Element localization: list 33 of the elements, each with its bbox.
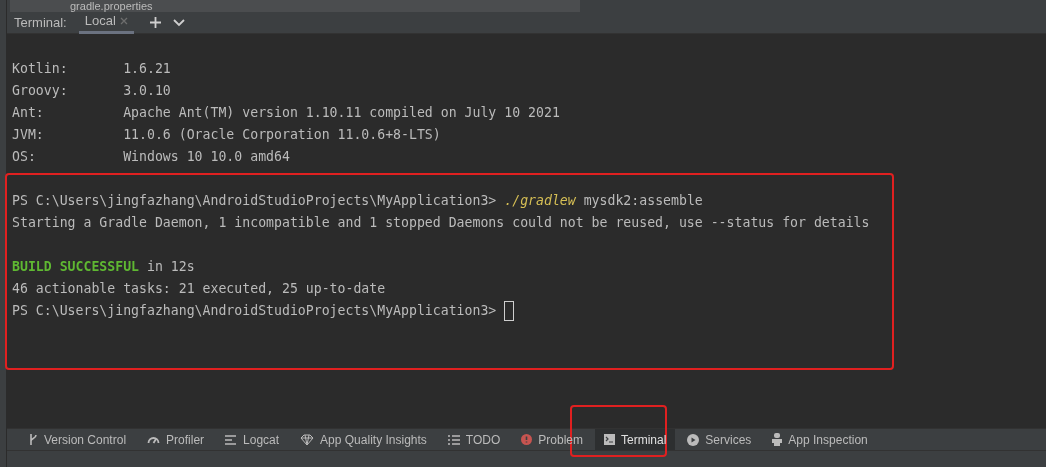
tool-window-tab[interactable]: App Quality Insights — [291, 428, 436, 451]
terminal-text: OS: Windows 10 10.0 amd64 — [12, 148, 290, 167]
branch-icon — [28, 433, 38, 446]
command-text: ./gradlew — [504, 192, 576, 211]
terminal-text: Kotlin: 1.6.21 — [12, 60, 171, 79]
error-icon — [521, 434, 533, 445]
add-icon[interactable] — [149, 17, 161, 28]
tool-window-tab[interactable]: Profiler — [138, 428, 214, 451]
terminal-text: Starting a Gradle Daemon, 1 incompatible and 1 stopped Daemons could not be reused, use --status for details — [12, 214, 870, 233]
terminal-text: Groovy: 3.0.10 — [12, 82, 171, 101]
lines-icon — [225, 434, 238, 445]
play-icon — [687, 433, 700, 446]
terminal-icon — [603, 434, 615, 445]
terminal-text: mysdk2:assemble — [582, 192, 703, 211]
tool-window-tab[interactable]: Logcat — [216, 428, 289, 451]
terminal-label: Terminal: — [14, 13, 67, 32]
terminal-text: in 12s — [146, 258, 195, 277]
gauge-icon — [147, 435, 161, 444]
tool-window-tab[interactable]: TODO — [438, 428, 510, 451]
chevron-down-icon[interactable] — [172, 18, 185, 27]
build-status-text: BUILD SUCCESSFUL — [12, 258, 140, 277]
tool-window-tab[interactable]: Version Control — [19, 428, 136, 451]
terminal-text: JVM: 11.0.6 (Oracle Corporation 11.0.6+8-LTS) — [12, 126, 441, 145]
terminal-text: PS C:\Users\jingfazhang\AndroidStudioProjects\MyApplication3> — [12, 192, 498, 211]
terminal-text: PS C:\Users\jingfazhang\AndroidStudioProjects\MyApplication3> — [12, 302, 498, 321]
file-tree-item[interactable]: gradle.properties — [70, 0, 153, 12]
tool-window-tab[interactable]: Services — [678, 428, 761, 451]
terminal-text: Ant: Apache Ant(TM) version 1.10.11 compiled on July 10 2021 — [12, 104, 560, 123]
list-icon — [447, 434, 460, 445]
terminal-text: 46 actionable tasks: 21 executed, 25 up-to-date — [12, 280, 386, 299]
diamond-icon — [300, 433, 315, 446]
robot-icon — [772, 433, 783, 446]
tool-window-tab[interactable]: App Inspection — [763, 428, 877, 451]
